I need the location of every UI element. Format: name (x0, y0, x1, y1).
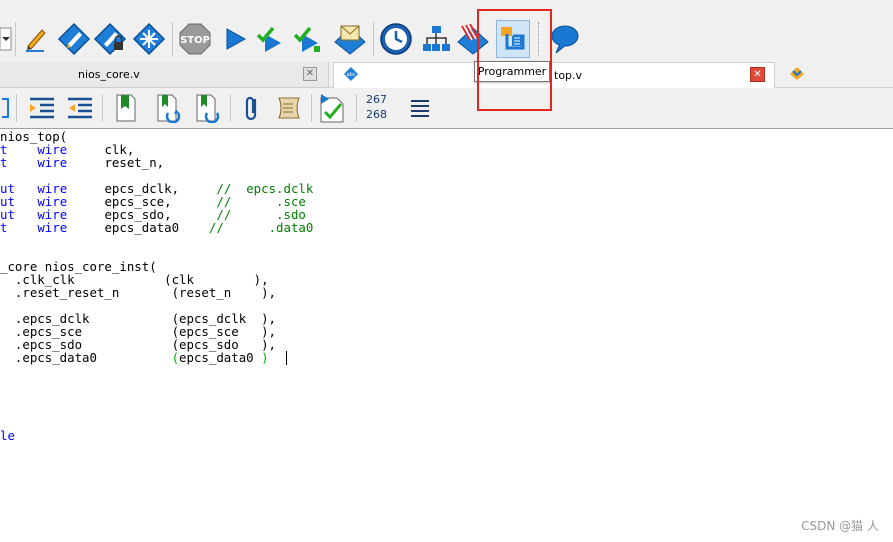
line-number-bottom: 268 (366, 108, 387, 121)
stop-icon[interactable]: STOP (178, 20, 212, 58)
cross-diamond-icon[interactable] (132, 20, 166, 58)
code-token: t (0, 155, 38, 170)
pencil-icon[interactable] (19, 20, 53, 58)
code-token: ( (171, 350, 180, 365)
align-lines-icon[interactable] (404, 91, 436, 125)
speech-bubble-icon[interactable] (547, 20, 581, 58)
line-number-top: 267 (366, 93, 387, 106)
tab-top[interactable]: abc top.v ✕ (333, 62, 775, 88)
code-line: t wire reset_n, (0, 156, 164, 169)
insert-template-icon[interactable] (316, 91, 348, 125)
code-line: .reset_reset_n (reset_n ), (0, 286, 276, 299)
increase-indent-icon[interactable] (26, 91, 58, 125)
watermark: CSDN @猫 人 (801, 519, 879, 533)
highlight-box (477, 9, 552, 111)
code-line: le (0, 429, 15, 442)
text-caret (286, 351, 287, 365)
edit-diamond-lock-icon[interactable] (93, 20, 127, 58)
scroll-icon[interactable] (272, 91, 304, 125)
code-line: t wire epcs_data0 // .data0 (0, 221, 313, 234)
tab-label: nios_core.v (78, 68, 140, 81)
indent-marker-icon[interactable] (0, 91, 12, 125)
code-editor[interactable]: nios_top(t wire clk, t wire reset_n, ut wi… (0, 130, 893, 542)
close-icon[interactable]: ✕ (303, 67, 317, 81)
code-token: t (0, 220, 38, 235)
check-play-icon[interactable] (253, 20, 287, 58)
editor-toolbar: 267 268 (0, 88, 893, 129)
hierarchy-icon[interactable] (419, 20, 453, 58)
code-token: ) (261, 350, 269, 365)
edit-diamond-icon[interactable] (57, 20, 91, 58)
previous-bookmark-icon[interactable] (191, 91, 223, 125)
bookmark-icon[interactable] (110, 91, 142, 125)
tab-list-icon[interactable] (789, 65, 805, 85)
close-icon[interactable]: ✕ (750, 67, 765, 82)
code-token: wire (37, 220, 68, 235)
main-toolbar: STOP (0, 0, 893, 60)
code-token: le (0, 428, 15, 443)
play-icon[interactable] (218, 20, 252, 58)
stop-label: STOP (180, 35, 210, 46)
code-token: // .data0 (208, 220, 314, 235)
tab-nios-core[interactable]: nios_core.v ✕ (0, 62, 329, 87)
envelope-diamond-icon[interactable] (333, 20, 367, 58)
dropdown-arrow-icon[interactable] (0, 20, 12, 58)
tab-label: top.v (554, 69, 583, 82)
code-token: .reset_reset_n (reset_n ), (0, 285, 277, 300)
decrease-indent-icon[interactable] (64, 91, 96, 125)
code-token: epcs_data0 (67, 220, 209, 235)
code-token: epcs_data0 (179, 350, 262, 365)
verilog-file-icon: abc (343, 66, 359, 85)
check-play-green-icon[interactable] (290, 20, 324, 58)
code-token: wire (37, 155, 68, 170)
clock-icon[interactable] (379, 20, 413, 58)
tab-bar: nios_core.v ✕ abc top.v ✕ (0, 60, 893, 88)
code-line: .epcs_data0 (epcs_data0 ) (0, 351, 269, 364)
line-number-toggle[interactable]: 267 268 (366, 92, 396, 122)
next-bookmark-icon[interactable] (152, 91, 184, 125)
code-token: .epcs_data0 (0, 350, 172, 365)
paperclip-icon[interactable] (236, 91, 268, 125)
verilog-file-icon-text: abc (347, 72, 356, 78)
code-token: reset_n, (67, 155, 165, 170)
